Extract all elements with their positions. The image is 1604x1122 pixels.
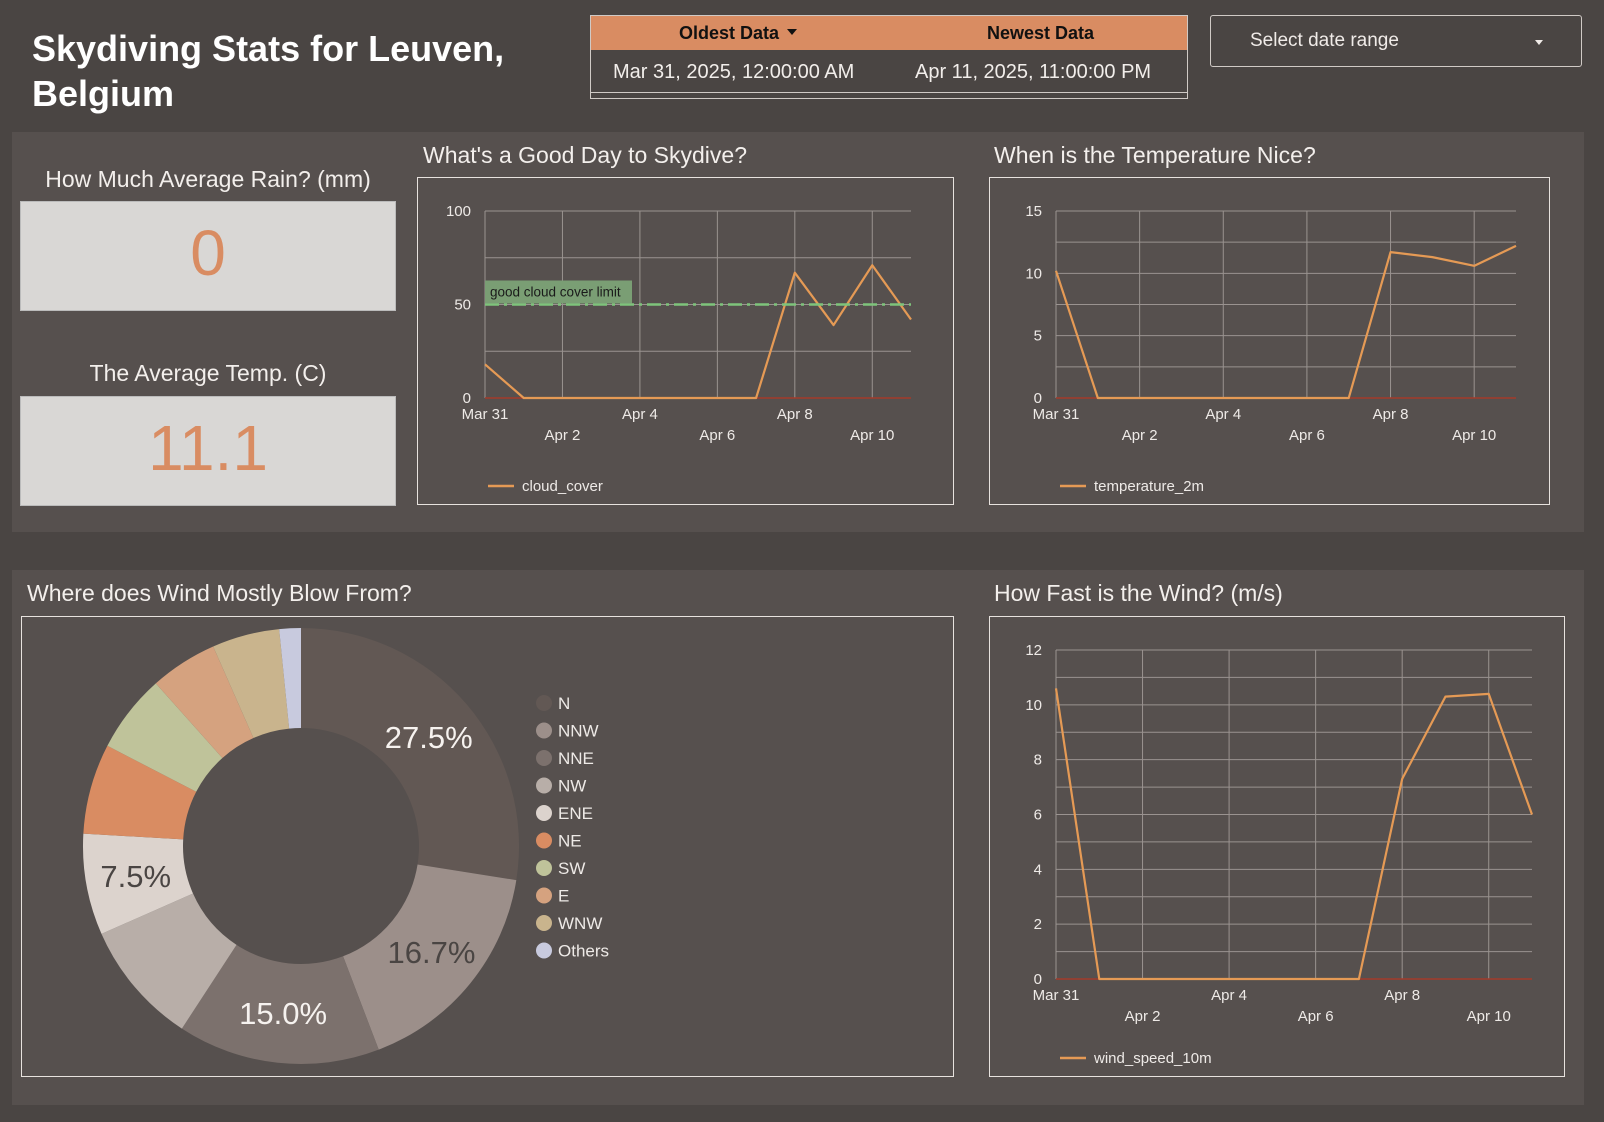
temp-scorecard: 11.1 (20, 396, 396, 506)
y-tick-label: 2 (1034, 916, 1042, 933)
y-tick-label: 100 (446, 203, 471, 220)
legend-label: ENE (558, 804, 593, 823)
legend-swatch (536, 805, 552, 821)
pie-slice-label: 7.5% (100, 859, 171, 894)
oldest-data-header[interactable]: Oldest Data (679, 16, 798, 50)
cloud-cover-svg: 0 50 100 Mar 31 Apr 2 Apr 4 Apr 6 Apr 8 Apr 10 cl… (446, 203, 912, 495)
legend-label: wind_speed_10m (1093, 1050, 1212, 1067)
cloud-chart-title: What's a Good Day to Skydive? (423, 142, 747, 168)
x-tick-label: Apr 10 (850, 427, 894, 444)
legend-swatch (536, 887, 552, 904)
date-range-label: Select date range (1250, 30, 1399, 51)
x-tick-label: Apr 8 (1373, 406, 1409, 423)
y-tick-label: 5 (1034, 328, 1042, 345)
y-tick-label: 6 (1034, 807, 1042, 824)
wind-speed-chart: 0 2 4 6 8 10 12 Mar 31 Apr 2 Apr 4 Apr 6 Apr 8 Apr 1… (989, 616, 1565, 1077)
legend-label: temperature_2m (1094, 478, 1204, 495)
x-tick-label: Apr 8 (777, 406, 813, 423)
legend-label: NNW (558, 722, 599, 741)
legend-label: SW (558, 859, 585, 878)
legend-swatch (536, 777, 552, 794)
temperature-svg: 0 5 10 15 Mar 31 Apr 2 Apr 4 Apr 6 Apr 8 Apr 10 te… (1025, 203, 1517, 495)
temp-scorecard-value: 11.1 (148, 412, 268, 484)
x-tick-label: Apr 4 (1205, 406, 1241, 423)
legend-label: N (558, 694, 570, 713)
pie-slice-label: 27.5% (385, 720, 473, 755)
y-tick-label: 8 (1034, 752, 1042, 769)
legend-swatch (536, 915, 552, 931)
legend-swatch (536, 722, 552, 739)
sort-caret-icon (787, 29, 798, 36)
wind-speed-title: How Fast is the Wind? (m/s) (994, 580, 1283, 606)
x-tick-label: Mar 31 (462, 406, 509, 423)
y-tick-label: 50 (454, 297, 471, 314)
legend-label: Others (558, 942, 609, 961)
oldest-data-label: Oldest Data (679, 23, 780, 43)
y-tick-label: 0 (463, 390, 471, 407)
rain-scorecard: 0 (20, 201, 396, 311)
pie-slice-label: 16.7% (387, 935, 475, 970)
x-tick-label: Apr 2 (1122, 427, 1158, 444)
y-tick-label: 4 (1034, 861, 1042, 878)
legend-label: cloud_cover (522, 478, 603, 495)
x-tick-label: Apr 4 (622, 406, 658, 423)
legend-label: NE (558, 832, 582, 851)
data-range-header: Oldest Data Newest Data (591, 16, 1187, 50)
y-tick-label: 12 (1025, 642, 1042, 659)
legend-swatch (536, 832, 552, 849)
pie-slice-label: 15.0% (239, 996, 327, 1031)
x-tick-label: Apr 2 (1125, 1008, 1161, 1025)
temperature-chart: 0 5 10 15 Mar 31 Apr 2 Apr 4 Apr 6 Apr 8 Apr 10 te… (989, 177, 1550, 505)
wind-direction-title: Where does Wind Mostly Blow From? (27, 580, 412, 606)
x-tick-label: Apr 10 (1452, 427, 1496, 444)
rain-scorecard-value: 0 (190, 217, 226, 289)
newest-data-value: Apr 11, 2025, 11:00:00 PM (915, 61, 1152, 83)
temp-scorecard-title: The Average Temp. (C) (89, 360, 327, 386)
data-range-table: Oldest Data Newest Data Mar 31, 2025, 12… (590, 15, 1188, 99)
page-title: Skydiving Stats for Leuven, Belgium (32, 28, 505, 114)
legend-swatch (536, 942, 552, 959)
chevron-down-icon (1535, 40, 1543, 45)
y-tick-label: 0 (1034, 390, 1042, 407)
y-tick-label: 15 (1025, 203, 1042, 220)
legend-label: WNW (558, 914, 602, 933)
y-tick-label: 10 (1025, 697, 1042, 714)
legend-swatch (536, 695, 552, 711)
x-tick-label: Apr 4 (1211, 987, 1247, 1004)
x-tick-label: Apr 2 (545, 427, 581, 444)
date-range-select[interactable]: Select date range (1210, 15, 1582, 67)
x-tick-label: Apr 8 (1384, 987, 1420, 1004)
x-tick-label: Mar 31 (1033, 406, 1080, 423)
legend-label: E (558, 887, 569, 906)
series-line (1054, 244, 1517, 400)
x-tick-label: Apr 6 (699, 427, 735, 444)
rain-scorecard-title: How Much Average Rain? (mm) (45, 166, 371, 192)
legend-swatch (536, 860, 552, 876)
reference-label: good cloud cover limit (490, 285, 621, 300)
wind-direction-svg: 27.5% 16.7% 15.0% 7.5% N NNW NNE NW ENE NE SW E WNW O… (82, 628, 609, 1064)
legend-label: NW (558, 777, 586, 796)
wind-speed-svg: 0 2 4 6 8 10 12 Mar 31 Apr 2 Apr 4 Apr 6 Apr 8 Apr 1… (1025, 642, 1534, 1067)
cloud-cover-chart: 0 50 100 Mar 31 Apr 2 Apr 4 Apr 6 Apr 8 Apr 10 cl… (417, 177, 954, 505)
y-tick-label: 0 (1034, 971, 1042, 988)
y-tick-label: 10 (1025, 265, 1042, 282)
x-tick-label: Apr 6 (1289, 427, 1325, 444)
x-tick-label: Apr 6 (1298, 1008, 1334, 1025)
x-tick-label: Apr 10 (1467, 1008, 1511, 1025)
data-range-row: Mar 31, 2025, 12:00:00 AM Apr 11, 2025, … (591, 50, 1187, 93)
legend-swatch (536, 750, 552, 766)
wind-direction-chart: 27.5% 16.7% 15.0% 7.5% N NNW NNE NW ENE NE SW E WNW O… (21, 616, 954, 1077)
legend-label: NNE (558, 749, 594, 768)
temp-chart-title: When is the Temperature Nice? (994, 142, 1316, 168)
oldest-data-value: Mar 31, 2025, 12:00:00 AM (613, 61, 855, 83)
newest-data-header[interactable]: Newest Data (987, 16, 1094, 50)
x-tick-label: Mar 31 (1033, 987, 1080, 1004)
